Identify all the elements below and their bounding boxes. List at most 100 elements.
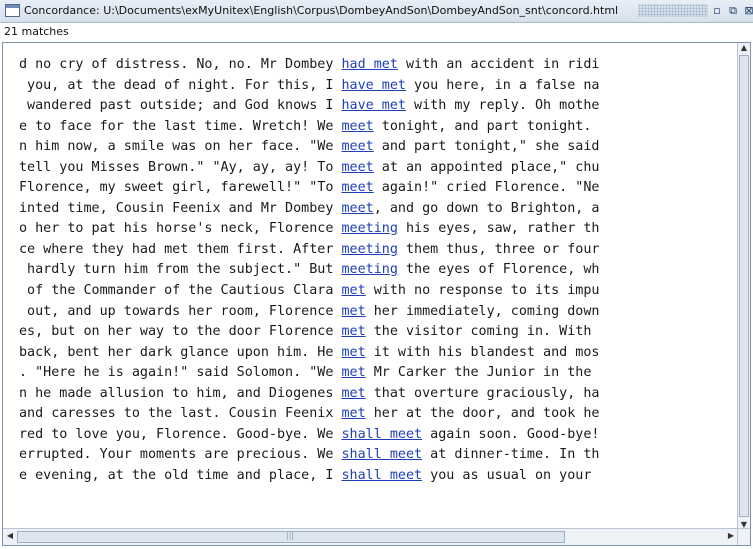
right-context: and part tonight," she said [373, 139, 600, 155]
left-context: and caresses to the last. Cousin Feenix [19, 406, 342, 422]
right-context: that overture graciously, ha [365, 385, 600, 401]
scroll-right-icon[interactable]: ▶ [725, 531, 737, 540]
left-context: wandered past outside; and God knows I [19, 98, 342, 114]
match-link[interactable]: met [341, 324, 365, 339]
left-context: n he made allusion to him, and Diogenes [19, 385, 342, 401]
close-icon[interactable]: ⊠ [742, 3, 753, 18]
right-context: it with his blandest and mos [365, 344, 600, 360]
vertical-scroll-thumb[interactable] [739, 55, 749, 517]
left-context: you, at the dead of night. For this, I [19, 77, 342, 93]
concordance-row: . "Here he is again!" said Solomon. "We … [19, 363, 742, 384]
concordance-row: wandered past outside; and God knows I h… [19, 96, 742, 117]
concordance-row: inted time, Cousin Feenix and Mr Dombey … [19, 199, 742, 220]
horizontal-scroll-thumb[interactable]: ||| [17, 531, 565, 543]
left-context: Florence, my sweet girl, farewell!" "To [19, 180, 342, 196]
match-link[interactable]: meet [341, 119, 373, 134]
left-context: inted time, Cousin Feenix and Mr Dombey [19, 200, 342, 216]
right-context: them thus, three or four [397, 241, 600, 257]
scrollbar-corner [737, 528, 750, 545]
scroll-grip-icon: ||| [286, 531, 295, 540]
concordance-row: out, and up towards her room, Florence m… [19, 302, 742, 323]
match-link[interactable]: met [341, 386, 365, 401]
right-context: you as usual on your [422, 467, 592, 483]
concordance-row: and caresses to the last. Cousin Feenix … [19, 404, 742, 425]
left-context: of the Commander of the Cautious Clara [19, 283, 342, 299]
concordance-row: tell you Misses Brown." "Ay, ay, ay! To … [19, 158, 742, 179]
match-link[interactable]: meeting [341, 221, 397, 236]
match-link[interactable]: have met [341, 78, 406, 93]
match-link[interactable]: meeting [341, 262, 397, 277]
concordance-row: you, at the dead of night. For this, I h… [19, 76, 742, 97]
right-context: again!" cried Florence. "Ne [373, 180, 600, 196]
concordance-row: n he made allusion to him, and Diogenes … [19, 384, 742, 405]
match-link[interactable]: shall meet [341, 468, 422, 483]
right-context: her immediately, coming down [365, 303, 600, 319]
right-context: again soon. Good-bye! [422, 426, 600, 442]
window-title: Concordance: U:\Documents\exMyUnitex\Eng… [24, 4, 619, 17]
left-context: red to love you, Florence. Good-bye. We [19, 426, 342, 442]
concordance-list: d no cry of distress. No, no. Mr Dombey … [19, 55, 742, 525]
left-context: e to face for the last time. Wretch! We [19, 118, 342, 134]
concordance-row: e evening, at the old time and place, I … [19, 466, 742, 487]
left-context: ce where they had met them first. After [19, 241, 342, 257]
right-context: Mr Carker the Junior in the [365, 365, 592, 381]
left-context: d no cry of distress. No, no. Mr Dombey [19, 57, 342, 72]
match-link[interactable]: meet [341, 180, 373, 195]
vertical-scrollbar[interactable]: ▲ ▼ [737, 43, 750, 529]
match-link[interactable]: meet [341, 139, 373, 154]
titlebar-grip [638, 4, 708, 17]
maximize-icon[interactable]: ⧉ [726, 3, 740, 18]
right-context: tonight, and part tonight. [373, 118, 592, 134]
concordance-row: back, bent her dark glance upon him. He … [19, 343, 742, 364]
match-link[interactable]: met [341, 304, 365, 319]
right-context: with an accident in ridi [397, 57, 600, 72]
window-icon [5, 4, 20, 17]
minimize-icon[interactable]: ▫ [710, 3, 724, 18]
concordance-row: n him now, a smile was on her face. "We … [19, 137, 742, 158]
match-link[interactable]: shall meet [341, 447, 422, 462]
concordance-row: of the Commander of the Cautious Clara m… [19, 281, 742, 302]
concordance-row: d no cry of distress. No, no. Mr Dombey … [19, 55, 742, 76]
right-context: with my reply. Oh mothe [405, 98, 600, 114]
concordance-row: ce where they had met them first. After … [19, 240, 742, 261]
left-context: errupted. Your moments are precious. We [19, 447, 342, 463]
concordance-row: red to love you, Florence. Good-bye. We … [19, 425, 742, 446]
scroll-up-icon[interactable]: ▲ [738, 43, 750, 52]
concordance-row: Florence, my sweet girl, farewell!" "To … [19, 178, 742, 199]
left-context: n him now, a smile was on her face. "We [19, 139, 342, 155]
match-link[interactable]: met [341, 283, 365, 298]
left-context: es, but on her way to the door Florence [19, 324, 342, 340]
match-link[interactable]: had met [341, 57, 397, 72]
match-link[interactable]: shall meet [341, 427, 422, 442]
right-context: , and go down to Brighton, a [373, 200, 600, 216]
left-context: hardly turn him from the subject." But [19, 262, 342, 278]
right-context: at dinner-time. In th [422, 447, 600, 463]
match-link[interactable]: met [341, 345, 365, 360]
match-link[interactable]: met [341, 365, 365, 380]
right-context: his eyes, saw, rather th [397, 221, 600, 237]
left-context: . "Here he is again!" said Solomon. "We [19, 365, 342, 381]
right-context: the eyes of Florence, wh [397, 262, 600, 278]
right-context: the visitor coming in. With [365, 324, 592, 340]
scroll-left-icon[interactable]: ◀ [4, 531, 16, 540]
right-context: at an appointed place," chu [373, 159, 600, 175]
match-link[interactable]: have met [341, 98, 406, 113]
right-context: her at the door, and took he [365, 406, 600, 422]
concordance-row: o her to pat his horse's neck, Florence … [19, 219, 742, 240]
left-context: back, bent her dark glance upon him. He [19, 344, 342, 360]
concordance-row: es, but on her way to the door Florence … [19, 322, 742, 343]
match-link[interactable]: met [341, 406, 365, 421]
right-context: with no response to its impu [365, 283, 600, 299]
left-context: tell you Misses Brown." "Ay, ay, ay! To [19, 159, 342, 175]
match-link[interactable]: meet [341, 160, 373, 175]
concordance-row: hardly turn him from the subject." But m… [19, 260, 742, 281]
title-bar[interactable]: Concordance: U:\Documents\exMyUnitex\Eng… [0, 0, 753, 23]
left-context: e evening, at the old time and place, I [19, 467, 342, 483]
concordance-row: errupted. Your moments are precious. We … [19, 445, 742, 466]
horizontal-scrollbar[interactable]: ◀ ||| ▶ [3, 528, 738, 545]
match-link[interactable]: meeting [341, 242, 397, 257]
right-context: you here, in a false na [405, 77, 600, 93]
concordance-panel[interactable]: d no cry of distress. No, no. Mr Dombey … [2, 42, 751, 546]
concordance-row: e to face for the last time. Wretch! We … [19, 117, 742, 138]
match-link[interactable]: meet [341, 201, 373, 216]
